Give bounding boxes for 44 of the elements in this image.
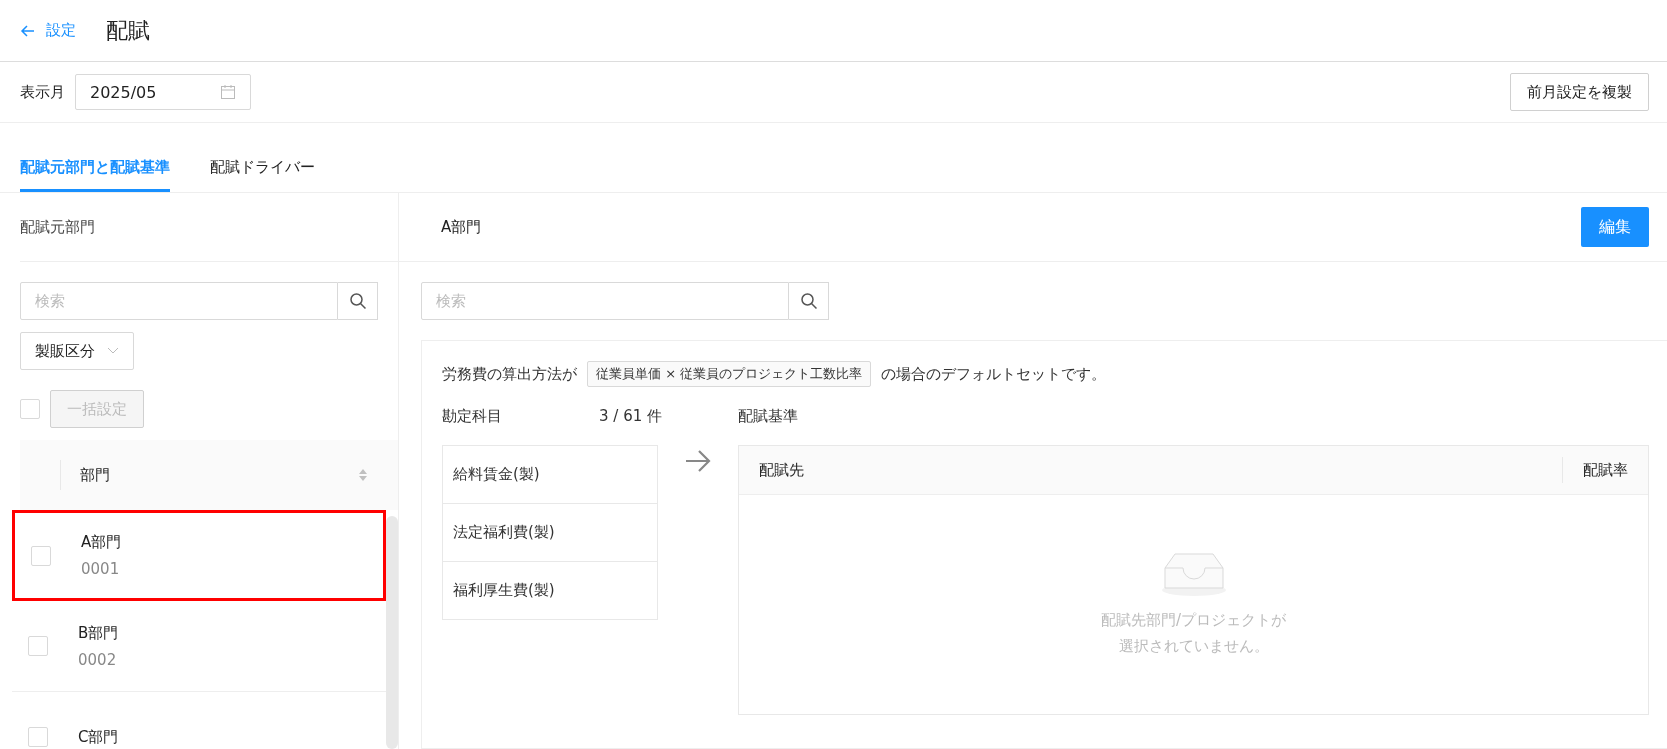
- department-code: 0001: [81, 560, 121, 578]
- search-icon: [799, 292, 818, 310]
- month-picker[interactable]: 2025/05: [75, 74, 251, 110]
- department-name: B部門: [78, 623, 119, 643]
- account-item[interactable]: 給料賃金(製): [443, 446, 657, 504]
- search-field[interactable]: 検索: [20, 282, 338, 320]
- back-arrow-icon: [20, 22, 36, 39]
- chevron-down-icon: [107, 347, 119, 355]
- panel-title: A部門: [441, 217, 482, 237]
- criteria-label: 配賦基準: [738, 407, 799, 427]
- checkbox[interactable]: [28, 636, 48, 656]
- checkbox[interactable]: [20, 399, 40, 419]
- search-button[interactable]: [789, 282, 829, 320]
- right-arrow-icon: [684, 449, 712, 473]
- search-button[interactable]: [338, 282, 378, 320]
- department-code: 0002: [78, 650, 118, 669]
- empty-message: 配賦先部門/プロジェクトが 選択されていません。: [1100, 610, 1287, 657]
- account-item[interactable]: 法定福利費(製): [443, 504, 657, 562]
- panel-title: 配賦元部門: [20, 217, 95, 237]
- checkbox[interactable]: [31, 545, 51, 566]
- department-row[interactable]: A部門 0001: [12, 510, 386, 601]
- accounts-count: 3 / 61 件: [599, 407, 662, 426]
- page-title: 配賦: [106, 16, 150, 45]
- search-icon: [348, 292, 367, 310]
- department-name: A部門: [81, 533, 122, 552]
- department-name: C部門: [78, 727, 119, 747]
- month-label: 表示月: [20, 82, 65, 102]
- sort-icon[interactable]: [358, 467, 368, 483]
- checkbox[interactable]: [28, 727, 48, 747]
- tab[interactable]: 配賦ドライバー: [210, 158, 315, 192]
- empty-inbox-icon: [1160, 550, 1227, 596]
- column-header: 配賦率: [1583, 460, 1628, 480]
- method-tag: 従業員単価 × 従業員のプロジェクト工数比率: [587, 361, 872, 387]
- column-header: 配賦先: [759, 457, 1563, 483]
- note-text: の場合のデフォルトセットです。: [881, 364, 1107, 384]
- copy-button[interactable]: 前月設定を複製: [1510, 73, 1649, 111]
- scrollbar[interactable]: [386, 516, 398, 749]
- filter-dropdown[interactable]: 製販区分: [20, 332, 134, 370]
- search-field[interactable]: 検索: [421, 282, 789, 320]
- note-text: 労務費の算出方法が: [442, 364, 577, 384]
- column-header[interactable]: 部門: [80, 465, 110, 485]
- account-item[interactable]: 福利厚生費(製): [443, 562, 657, 619]
- calendar-icon: [220, 84, 236, 100]
- accounts-label: 勘定科目: [442, 407, 502, 426]
